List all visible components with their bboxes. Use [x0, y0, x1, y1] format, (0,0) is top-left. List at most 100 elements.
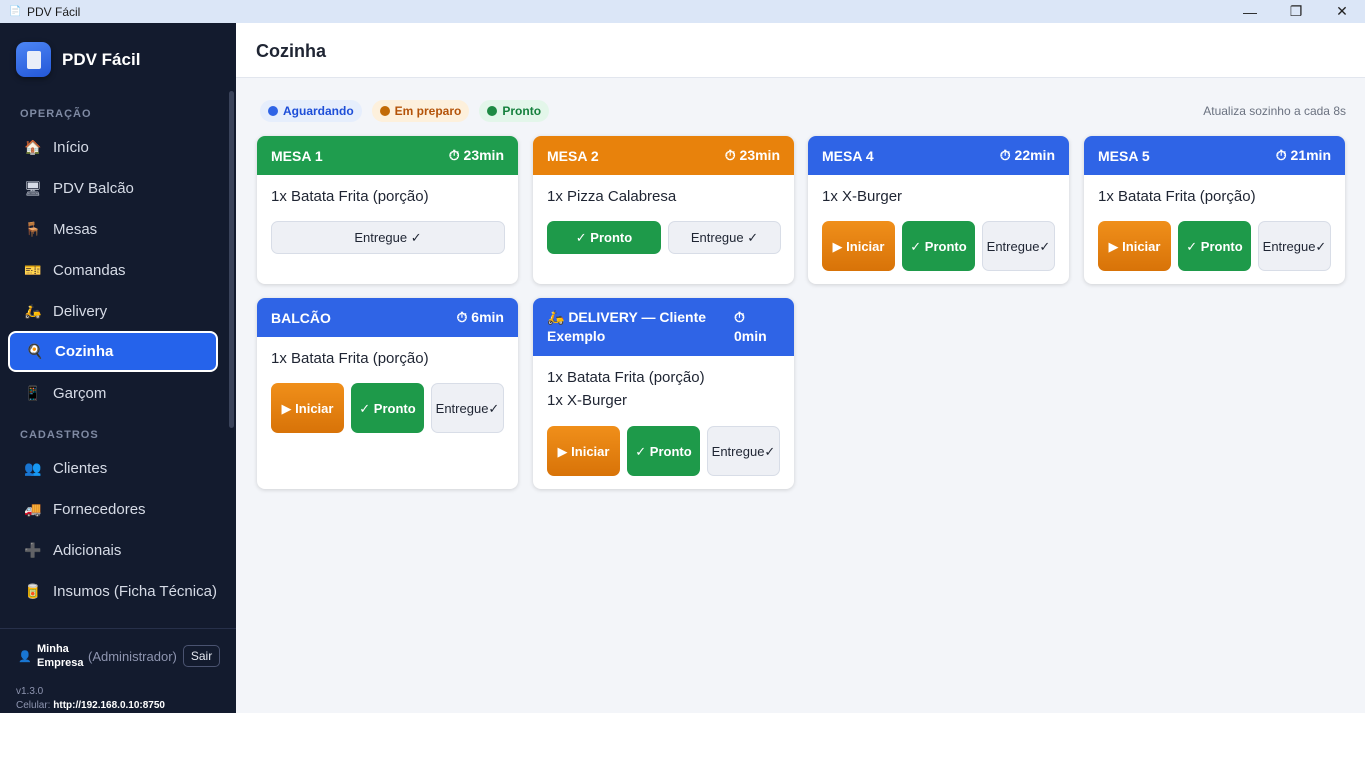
legend-label: Aguardando	[283, 104, 354, 118]
order-title: BALCÃO	[271, 309, 331, 326]
order-title: MESA 1	[271, 147, 323, 164]
monitor-icon: 🖥	[24, 180, 42, 196]
sidebar-item-label: PDV Balcão	[53, 180, 134, 197]
refresh-note: Atualiza sozinho a cada 8s	[1203, 104, 1346, 118]
cooking-icon: 🍳	[26, 343, 44, 359]
order-card-header: MESA 2 ⏱ 23min	[533, 136, 794, 175]
delivered-button[interactable]: Entregue ✓	[431, 383, 504, 433]
sidebar-item-pdv-balcao[interactable]: 🖥 PDV Balcão	[8, 168, 218, 209]
delivered-button[interactable]: Entregue ✓	[1258, 221, 1331, 271]
sidebar-footer: 👤 Minha Empresa (Administrador) Sair v1.…	[0, 628, 236, 713]
ready-button[interactable]: ✓ Pronto	[627, 426, 700, 476]
order-timer: ⏱ 21min	[1275, 147, 1331, 163]
order-card-header: MESA 5 ⏱ 21min	[1084, 136, 1345, 175]
order-timer: ⏱ 6min	[456, 309, 505, 325]
sidebar-item-adicionais[interactable]: ➕ Adicionais	[8, 530, 218, 571]
app-version: v1.3.0	[16, 686, 44, 697]
delivered-button[interactable]: Entregue ✓	[668, 221, 781, 254]
order-card-header: MESA 4 ⏱ 22min	[808, 136, 1069, 175]
delivered-button[interactable]: Entregue ✓	[982, 221, 1055, 271]
legend-pronto: Pronto	[479, 100, 550, 122]
ready-button[interactable]: ✓ Pronto	[547, 221, 661, 254]
sidebar-item-garcom[interactable]: 📱 Garçom	[8, 373, 218, 414]
order-card-header: 🛵 DELIVERY — Cliente Exemplo ⏱ 0min	[533, 298, 794, 356]
timer-icon: ⏱	[734, 309, 745, 325]
order-item: 1x X-Burger	[822, 188, 903, 205]
sidebar-item-comandas[interactable]: 🎫 Comandas	[8, 250, 218, 291]
user-icon: 👤	[18, 650, 32, 663]
order-title: MESA 4	[822, 147, 874, 164]
users-icon: 👥	[24, 460, 42, 476]
delivered-button[interactable]: Entregue ✓	[271, 221, 505, 254]
scooter-icon: 🛵	[24, 303, 42, 319]
status-dot-icon	[268, 106, 278, 116]
check-icon: ✓	[764, 443, 776, 459]
order-item: 1x Batata Frita (porção)	[1098, 188, 1256, 205]
order-card-balcao: BALCÃO ⏱ 6min 1x Batata Frita (porção) ▶…	[257, 298, 518, 489]
start-button[interactable]: ▶ Iniciar	[822, 221, 895, 271]
phone-icon: 📱	[24, 385, 42, 401]
app-icon: 📄	[9, 5, 22, 17]
sidebar-item-label: Comandas	[53, 262, 126, 279]
section-label-operacao: OPERAÇÃO	[20, 108, 92, 120]
sidebar-item-clientes[interactable]: 👥 Clientes	[8, 448, 218, 489]
order-title: MESA 2	[547, 147, 599, 164]
sidebar-item-label: Clientes	[53, 460, 108, 477]
delivered-button[interactable]: Entregue ✓	[707, 426, 780, 476]
timer-value: 0min	[734, 328, 767, 344]
order-timer: ⏱ 23min	[448, 147, 504, 163]
brand: PDV Fácil	[16, 42, 140, 77]
status-legend: Aguardando Em preparo Pronto	[260, 100, 559, 122]
can-icon: 🥫	[24, 583, 42, 599]
section-label-cadastros: CADASTROS	[20, 429, 99, 441]
order-card-mesa-1: MESA 1 ⏱ 23min 1x Batata Frita (porção) …	[257, 136, 518, 284]
order-card-header: BALCÃO ⏱ 6min	[257, 298, 518, 337]
logout-button[interactable]: Sair	[182, 645, 221, 667]
legend-label: Em preparo	[394, 104, 462, 118]
home-icon: 🏠	[24, 139, 42, 155]
window-title-bar: 📄 PDV Fácil — ❐ ✕	[0, 0, 1365, 23]
minimize-button[interactable]: —	[1227, 0, 1273, 23]
order-card-mesa-5: MESA 5 ⏱ 21min 1x Batata Frita (porção) …	[1084, 136, 1345, 284]
sidebar: PDV Fácil OPERAÇÃO 🏠 Início 🖥 PDV Balcão…	[0, 23, 236, 713]
sidebar-item-label: Início	[53, 139, 89, 156]
legend-label: Pronto	[502, 104, 542, 118]
brand-name: PDV Fácil	[62, 49, 141, 69]
sidebar-item-inicio[interactable]: 🏠 Início	[8, 127, 218, 168]
delivered-label: Entregue	[435, 400, 489, 416]
sidebar-item-fornecedores[interactable]: 🚚 Fornecedores	[8, 489, 218, 530]
sidebar-item-delivery[interactable]: 🛵 Delivery	[8, 291, 218, 332]
mobile-access: Celular: http://192.168.0.10:8750	[16, 700, 165, 711]
start-button[interactable]: ▶ Iniciar	[547, 426, 620, 476]
order-item: 1x Batata Frita (porção)	[547, 369, 705, 386]
check-icon: ✓	[488, 400, 500, 416]
delivered-label: Entregue	[1262, 238, 1316, 254]
start-button[interactable]: ▶ Iniciar	[271, 383, 344, 433]
legend-em-preparo: Em preparo	[371, 100, 470, 122]
maximize-button[interactable]: ❐	[1273, 0, 1319, 23]
order-title: MESA 5	[1098, 147, 1150, 164]
ready-button[interactable]: ✓ Pronto	[1178, 221, 1251, 271]
sidebar-item-mesas[interactable]: 🪑 Mesas	[8, 209, 218, 250]
truck-icon: 🚚	[24, 501, 42, 517]
plus-icon: ➕	[24, 542, 42, 558]
sidebar-item-cozinha[interactable]: 🍳 Cozinha	[8, 331, 218, 372]
sidebar-item-label: Mesas	[53, 221, 98, 238]
status-dot-icon	[379, 106, 390, 116]
sidebar-scrollbar[interactable]	[229, 91, 234, 428]
start-button[interactable]: ▶ Iniciar	[1098, 221, 1171, 271]
sidebar-item-label: Garçom	[53, 385, 107, 402]
legend-aguardando: Aguardando	[260, 100, 362, 122]
ready-button[interactable]: ✓ Pronto	[351, 383, 424, 433]
order-timer: ⏱ 23min	[724, 147, 780, 163]
window-title: PDV Fácil	[27, 4, 81, 19]
sidebar-item-insumos[interactable]: 🥫 Insumos (Ficha Técnica)	[8, 571, 218, 612]
mobile-label: Celular:	[16, 700, 51, 711]
sidebar-item-label: Delivery	[53, 303, 108, 320]
ready-button[interactable]: ✓ Pronto	[902, 221, 975, 271]
mobile-url[interactable]: http://192.168.0.10:8750	[53, 700, 165, 711]
ticket-icon: 🎫	[24, 262, 42, 278]
order-timer: ⏱ 22min	[999, 147, 1055, 163]
status-dot-icon	[487, 106, 498, 116]
close-button[interactable]: ✕	[1319, 0, 1365, 23]
